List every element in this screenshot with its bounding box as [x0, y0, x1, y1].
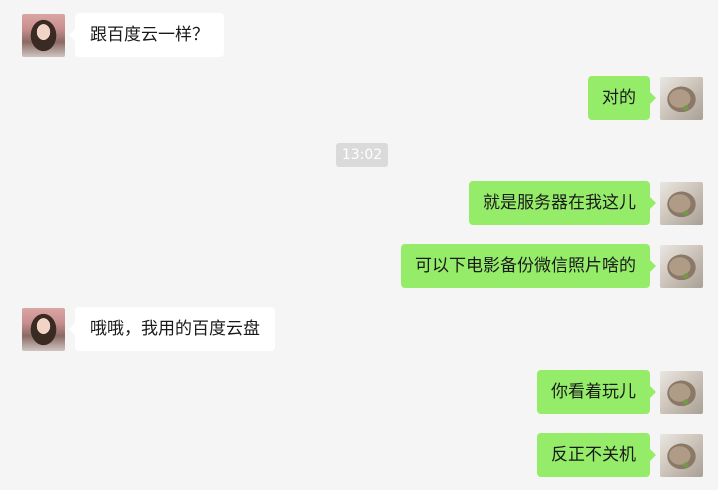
self-avatar[interactable] [660, 371, 703, 414]
message-bubble-sent[interactable]: 对的 [588, 76, 656, 120]
message-bubble-sent[interactable]: 就是服务器在我这儿 [469, 181, 656, 225]
contact-avatar[interactable] [22, 308, 65, 351]
message-timestamp: 13:02 [336, 143, 388, 167]
contact-avatar[interactable] [22, 14, 65, 57]
self-avatar[interactable] [660, 77, 703, 120]
message-bubble-sent[interactable]: 反正不关机 [537, 433, 656, 477]
message-bubble-received[interactable]: 跟百度云一样？ [69, 13, 224, 57]
message-bubble-sent[interactable]: 可以下电影备份微信照片啥的 [401, 244, 656, 288]
self-avatar[interactable] [660, 245, 703, 288]
self-avatar[interactable] [660, 182, 703, 225]
message-bubble-received[interactable]: 哦哦，我用的百度云盘 [69, 307, 275, 351]
message-bubble-sent[interactable]: 你看着玩儿 [537, 370, 656, 414]
self-avatar[interactable] [660, 434, 703, 477]
